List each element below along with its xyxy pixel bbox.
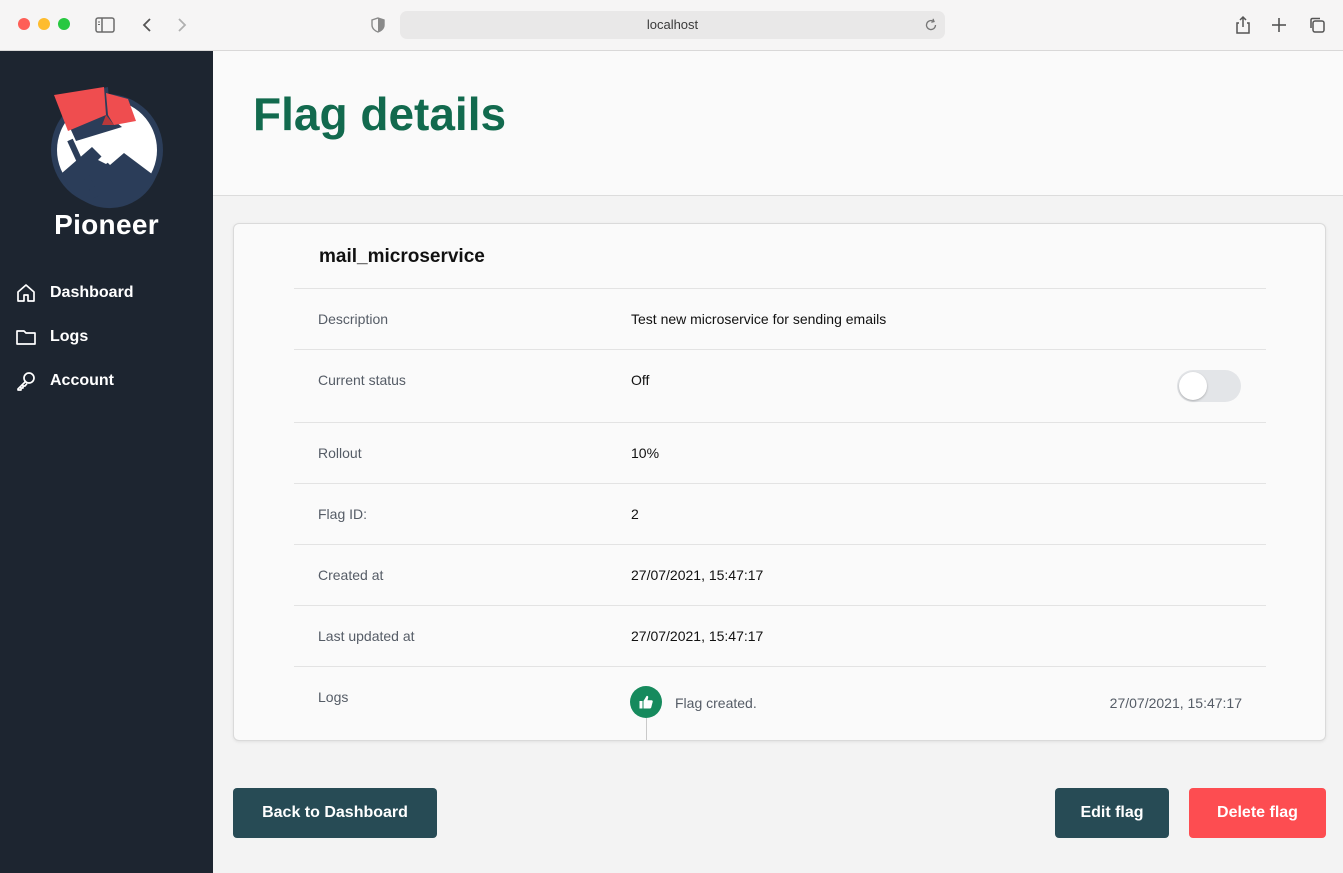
key-icon (14, 369, 38, 393)
address-bar[interactable]: localhost (400, 11, 945, 39)
maximize-window-button[interactable] (58, 18, 70, 30)
flag-name: mail_microservice (319, 246, 485, 267)
reload-icon[interactable] (923, 17, 939, 33)
status-toggle[interactable] (1177, 370, 1241, 402)
row-label: Description (318, 311, 389, 327)
row-value: 27/07/2021, 15:47:17 (631, 567, 764, 583)
thumbs-up-icon (630, 686, 662, 718)
row-value: 10% (631, 445, 660, 461)
row-value: 2 (631, 506, 639, 522)
sidebar: Pioneer Dashboard Logs Account (0, 51, 213, 873)
folder-icon (14, 325, 38, 349)
page-header: Flag details (213, 51, 1343, 196)
browser-toolbar: localhost (0, 0, 1343, 51)
flag-details-card: mail_microservice Description Test new m… (233, 223, 1326, 741)
sidebar-item-account[interactable]: Account (14, 367, 114, 395)
minimize-window-button[interactable] (38, 18, 50, 30)
page-title: Flag details (253, 88, 507, 140)
url-text: localhost (646, 17, 699, 32)
edit-flag-button[interactable]: Edit flag (1055, 788, 1169, 838)
forward-arrow-icon[interactable] (170, 13, 194, 37)
timeline-connector (646, 718, 647, 740)
detail-row-description: Description Test new microservice for se… (294, 288, 1266, 349)
detail-row-rollout: Rollout 10% (294, 422, 1266, 483)
detail-row-flag-id: Flag ID: 2 (294, 483, 1266, 544)
detail-row-logs: Logs Flag created. 27/07/2021, 15:47:17 (294, 666, 1266, 740)
row-value: Off (631, 372, 650, 388)
pioneer-logo (51, 87, 163, 209)
row-label: Last updated at (318, 628, 415, 644)
delete-flag-button[interactable]: Delete flag (1189, 788, 1326, 838)
shield-icon (366, 13, 390, 37)
log-entry-time: 27/07/2021, 15:47:17 (1109, 695, 1242, 711)
sidebar-item-dashboard[interactable]: Dashboard (14, 279, 134, 307)
row-label: Created at (318, 567, 384, 583)
row-label: Rollout (318, 445, 362, 461)
new-tab-icon[interactable] (1267, 13, 1291, 37)
sidebar-item-label: Logs (50, 328, 89, 345)
row-label: Current status (318, 372, 406, 388)
tabs-overview-icon[interactable] (1305, 13, 1329, 37)
sidebar-item-label: Account (50, 372, 114, 389)
home-icon (14, 281, 38, 305)
sidebar-item-logs[interactable]: Logs (14, 323, 88, 351)
log-entry-text: Flag created. (675, 695, 757, 711)
row-label: Logs (318, 689, 349, 705)
detail-row-status: Current status Off (294, 349, 1266, 422)
row-value: Test new microservice for sending emails (631, 311, 887, 327)
row-value: 27/07/2021, 15:47:17 (631, 628, 764, 644)
toggle-knob (1179, 372, 1207, 400)
close-window-button[interactable] (18, 18, 30, 30)
brand-name: Pioneer (54, 209, 159, 240)
back-to-dashboard-button[interactable]: Back to Dashboard (233, 788, 437, 838)
sidebar-item-label: Dashboard (50, 284, 134, 301)
back-arrow-icon[interactable] (135, 13, 159, 37)
share-icon[interactable] (1231, 13, 1255, 37)
sidebar-toggle-icon[interactable] (93, 13, 117, 37)
detail-row-updated-at: Last updated at 27/07/2021, 15:47:17 (294, 605, 1266, 666)
row-label: Flag ID: (318, 506, 368, 522)
detail-row-created-at: Created at 27/07/2021, 15:47:17 (294, 544, 1266, 605)
